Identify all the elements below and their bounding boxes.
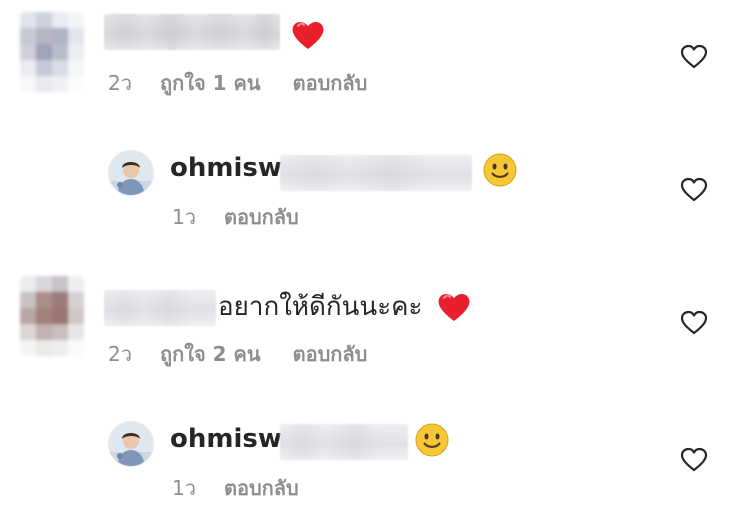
profile-photo [109,422,153,466]
profile-photo [109,151,153,195]
comment-meta: 1ว ตอบกลับ [172,476,299,500]
comment-meta: 1ว ตอบกลับ [172,205,299,229]
slightly-smiling-face-icon [483,153,517,187]
reply-button[interactable]: ตอบกลับ [293,342,368,366]
heart-outline-icon[interactable] [680,447,708,473]
likes-count-link[interactable]: ถูกใจ 2 คน [160,342,261,366]
comment-text: อยากให้ดีกันนะคะ [218,292,423,322]
username[interactable]: ohmisw [170,153,282,183]
avatar[interactable] [108,150,154,196]
red-heart-icon [438,293,470,321]
comment-text-redacted [280,424,408,460]
reply-button[interactable]: ตอบกลับ [293,71,368,95]
red-heart-icon [292,21,324,49]
timestamp: 1ว [172,476,196,500]
comments-feed: 2ว ถูกใจ 1 คน ตอบกลับ ohmisw 1ว ตอบกลับ … [0,0,750,510]
comment-text-redacted [280,155,472,191]
reply-button[interactable]: ตอบกลับ [224,205,299,229]
username-redacted[interactable] [104,14,280,50]
comment-meta: 2ว ถูกใจ 1 คน ตอบกลับ [108,71,367,95]
comment-meta: 2ว ถูกใจ 2 คน ตอบกลับ [108,342,367,366]
avatar[interactable] [20,12,84,92]
slightly-smiling-face-icon [415,423,449,457]
reply-button[interactable]: ตอบกลับ [224,476,299,500]
heart-outline-icon[interactable] [680,177,708,203]
avatar[interactable] [108,421,154,467]
username[interactable]: ohmisw [170,424,282,454]
avatar[interactable] [20,276,84,356]
timestamp: 2ว [108,342,132,366]
timestamp: 2ว [108,71,132,95]
heart-outline-icon[interactable] [680,44,708,70]
heart-outline-icon[interactable] [680,310,708,336]
username-redacted[interactable] [104,290,216,326]
timestamp: 1ว [172,205,196,229]
likes-count-link[interactable]: ถูกใจ 1 คน [160,71,261,95]
